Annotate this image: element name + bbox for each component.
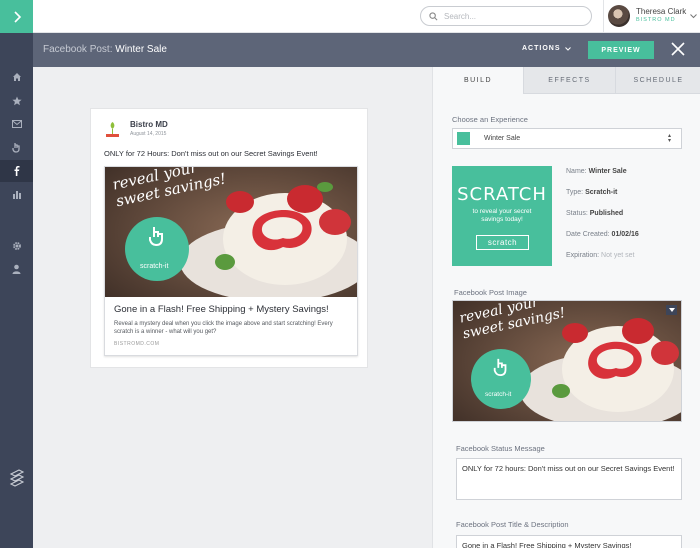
top-bar: Theresa Clark BISTRO MD bbox=[0, 0, 700, 33]
sidebar-item-settings[interactable] bbox=[0, 235, 33, 257]
fb-post-date: August 14, 2015 bbox=[130, 131, 167, 137]
post-image-field[interactable]: reveal your sweet savings! scratch-it bbox=[452, 300, 682, 422]
close-button[interactable] bbox=[671, 42, 685, 61]
facebook-icon bbox=[14, 166, 19, 176]
experience-value: Winter Sale bbox=[484, 135, 521, 142]
chevron-down-icon[interactable] bbox=[690, 13, 698, 19]
fb-link-title[interactable]: Gone in a Flash! Free Shipping + Mystery… bbox=[114, 304, 329, 315]
experience-card: SCRATCH to reveal your secret savings to… bbox=[452, 166, 552, 266]
page-header: Facebook Post: Winter Sale ACTIONS PREVI… bbox=[33, 33, 700, 67]
fb-link-preview[interactable]: reveal your sweet savings! scratch-it Go… bbox=[104, 166, 358, 356]
preview-button[interactable]: PREVIEW bbox=[588, 41, 654, 59]
meta-value: Scratch-it bbox=[585, 189, 618, 196]
meta-label: Status: bbox=[566, 210, 588, 217]
fb-link-description: Reveal a mystery deal when you click the… bbox=[114, 321, 333, 335]
title-description-label: Facebook Post Title & Description bbox=[456, 520, 569, 529]
meta-label: Type: bbox=[566, 189, 584, 196]
bistro-logo-icon bbox=[106, 122, 119, 137]
meta-label: Expiration: bbox=[566, 252, 600, 259]
home-icon bbox=[12, 73, 21, 81]
close-icon bbox=[671, 42, 685, 56]
user-menu[interactable]: Theresa Clark BISTRO MD bbox=[608, 5, 698, 27]
facebook-post-preview: Bistro MD August 14, 2015 ONLY for 72 Ho… bbox=[90, 108, 368, 368]
settings-panel: BUILD EFFECTS SCHEDULE Choose an Experie… bbox=[432, 67, 700, 548]
preview-canvas: Bistro MD August 14, 2015 ONLY for 72 Ho… bbox=[33, 67, 432, 548]
search-box[interactable] bbox=[420, 6, 592, 26]
image-options-button[interactable] bbox=[666, 305, 677, 315]
status-message-label: Facebook Status Message bbox=[456, 444, 545, 453]
user-info: Theresa Clark BISTRO MD bbox=[636, 7, 686, 25]
meta-value: 01/02/16 bbox=[611, 231, 639, 238]
experience-select[interactable]: Winter Sale ▴ ▾ bbox=[452, 128, 682, 149]
avatar bbox=[608, 5, 630, 27]
meta-type: Type: Scratch-it bbox=[566, 189, 617, 196]
tab-effects[interactable]: EFFECTS bbox=[523, 67, 615, 94]
meta-value: Not yet set bbox=[601, 252, 635, 259]
page-title-name: Winter Sale bbox=[115, 44, 167, 55]
menu-toggle-button[interactable] bbox=[0, 0, 33, 33]
meta-name: Name: Winter Sale bbox=[566, 168, 627, 175]
tab-build[interactable]: BUILD bbox=[433, 67, 523, 94]
actions-label: ACTIONS bbox=[522, 45, 561, 52]
fb-link-url: BISTROMD.COM bbox=[114, 341, 160, 347]
user-name: Theresa Clark bbox=[636, 7, 687, 16]
meta-label: Date Created: bbox=[566, 231, 610, 238]
title-description-field[interactable]: Gone in a Flash! Free Shipping + Mystery… bbox=[456, 535, 682, 548]
meta-value: Winter Sale bbox=[588, 168, 627, 175]
sidebar-item-analytics[interactable] bbox=[0, 183, 33, 205]
star-icon bbox=[11, 96, 22, 106]
page-title-prefix: Facebook Post: bbox=[43, 44, 113, 55]
tap-hand-icon bbox=[493, 358, 507, 377]
sidebar-item-interactions[interactable] bbox=[0, 136, 33, 158]
mail-icon bbox=[11, 120, 22, 128]
user-company: BISTRO MD bbox=[636, 17, 676, 23]
actions-dropdown[interactable]: ACTIONS bbox=[522, 45, 571, 52]
tab-bar: BUILD EFFECTS SCHEDULE bbox=[433, 67, 700, 94]
select-caret-icon: ▴ ▾ bbox=[667, 133, 671, 144]
sidebar-item-facebook[interactable] bbox=[0, 160, 38, 182]
hand-icon bbox=[12, 142, 20, 153]
meta-value: Published bbox=[589, 210, 624, 217]
scratch-it-badge: scratch-it bbox=[485, 391, 512, 398]
tab-schedule[interactable]: SCHEDULE bbox=[615, 67, 700, 94]
logo-icon bbox=[9, 469, 24, 487]
experience-card-subtitle: to reveal your secret savings today! bbox=[472, 208, 532, 223]
meta-label: Name: bbox=[566, 168, 587, 175]
chart-icon bbox=[12, 190, 21, 199]
scratch-it-badge: scratch-it bbox=[140, 263, 169, 270]
page-title: Facebook Post: Winter Sale bbox=[43, 44, 167, 55]
user-icon bbox=[12, 264, 21, 274]
search-icon bbox=[429, 11, 438, 20]
sidebar bbox=[0, 33, 38, 548]
meta-status: Status: Published bbox=[566, 210, 623, 217]
sidebar-item-home[interactable] bbox=[0, 66, 33, 88]
caret-down-icon bbox=[668, 308, 675, 312]
meta-expiration: Expiration: Not yet set bbox=[566, 252, 635, 259]
meta-created: Date Created: 01/02/16 bbox=[566, 231, 639, 238]
experience-label: Choose an Experience bbox=[452, 115, 528, 124]
fb-post-message: ONLY for 72 Hours: Don't miss out on our… bbox=[104, 149, 318, 158]
chevron-down-icon bbox=[564, 46, 571, 51]
chevron-right-icon bbox=[13, 10, 21, 23]
sidebar-logo bbox=[0, 465, 33, 491]
experience-card-title: SCRATCH bbox=[457, 184, 547, 205]
experience-thumbnail bbox=[457, 132, 470, 145]
experience-card-button: scratch bbox=[476, 235, 529, 250]
sidebar-item-favorites[interactable] bbox=[0, 90, 33, 112]
sidebar-item-messages[interactable] bbox=[0, 113, 33, 135]
fb-post-image[interactable]: reveal your sweet savings! scratch-it bbox=[105, 167, 357, 297]
search-input[interactable] bbox=[444, 11, 584, 21]
status-message-field[interactable]: ONLY for 72 hours: Don't miss out on our… bbox=[456, 458, 682, 500]
gear-icon bbox=[12, 242, 21, 250]
tap-hand-icon bbox=[149, 227, 163, 247]
divider bbox=[603, 0, 604, 33]
sidebar-item-account[interactable] bbox=[0, 258, 33, 280]
post-image-label: Facebook Post Image bbox=[454, 288, 527, 297]
fb-page-name: Bistro MD bbox=[130, 120, 168, 129]
